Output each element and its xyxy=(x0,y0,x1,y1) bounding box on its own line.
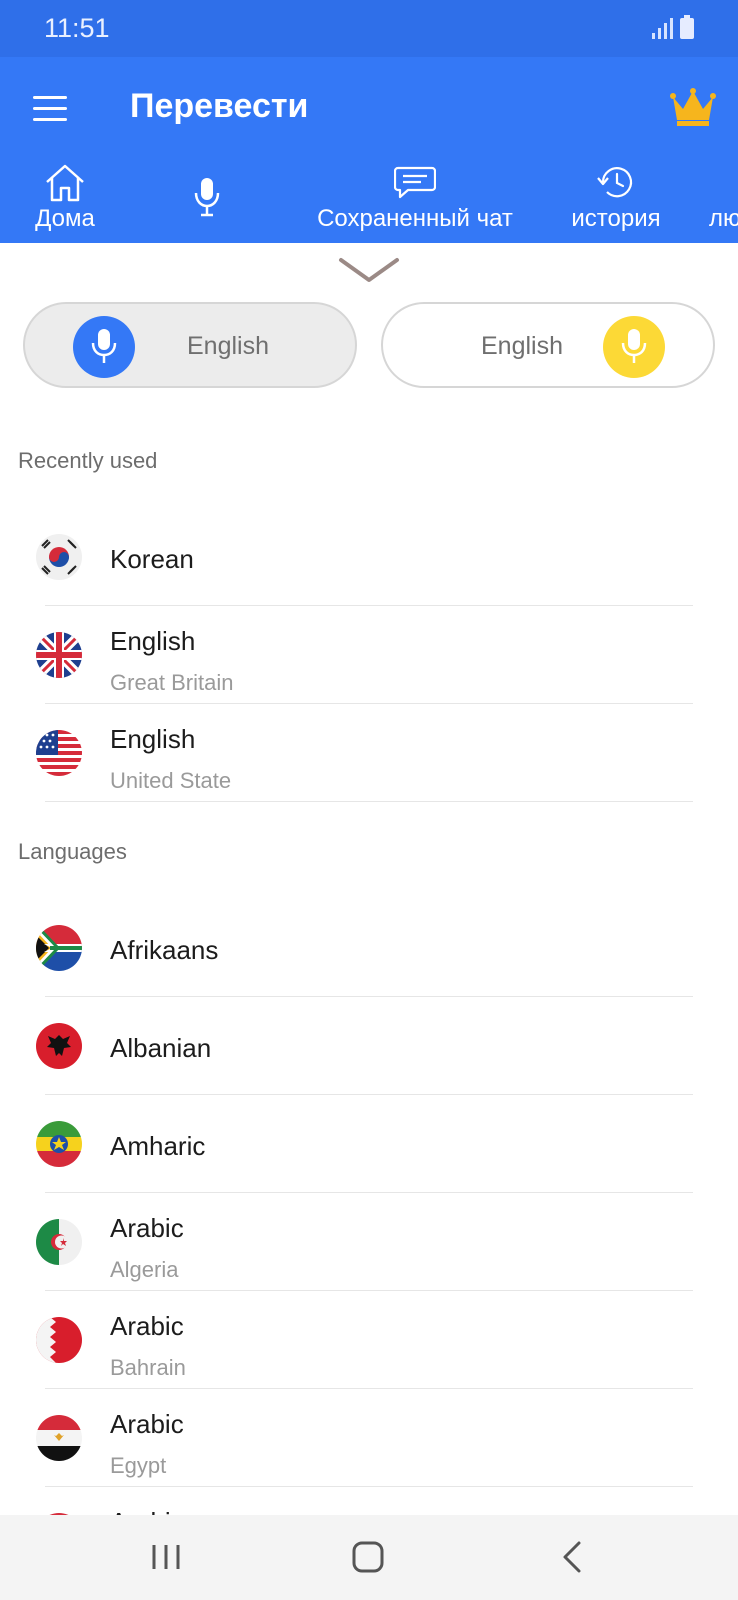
crown-icon[interactable] xyxy=(670,87,716,127)
tab-history[interactable]: история xyxy=(562,157,670,243)
divider xyxy=(45,801,693,802)
list-item[interactable]: English Great Britain xyxy=(0,606,738,704)
tab-saved-chat[interactable]: Сохраненный чат xyxy=(306,157,524,243)
algeria-flag-icon xyxy=(36,1219,82,1265)
tab-home-label: Дома xyxy=(35,205,95,232)
recent-apps-icon[interactable] xyxy=(146,1537,190,1577)
battery-icon xyxy=(680,15,694,39)
chevron-down-icon[interactable] xyxy=(338,256,400,286)
home-icon xyxy=(46,164,84,202)
source-mic-button[interactable] xyxy=(73,316,135,378)
language-region: Algeria xyxy=(110,1257,179,1282)
list-item[interactable]: Arabic Egypt xyxy=(0,1389,738,1487)
list-item[interactable]: Arabic Bahrain xyxy=(0,1291,738,1389)
list-item[interactable]: Albanian xyxy=(0,997,738,1095)
list-item[interactable]: Korean xyxy=(0,508,738,606)
tab-history-label: история xyxy=(571,205,661,232)
egypt-flag-icon xyxy=(36,1415,82,1461)
ethiopia-flag-icon xyxy=(36,1121,82,1167)
list-item[interactable]: Amharic xyxy=(0,1095,738,1193)
source-language-button[interactable]: English xyxy=(23,302,357,388)
language-name: Afrikaans xyxy=(110,935,219,965)
language-name: Korean xyxy=(110,544,194,574)
language-name: Arabic xyxy=(110,1213,184,1243)
recently-used-title: Recently used xyxy=(18,448,158,473)
mic-icon xyxy=(621,329,647,363)
uk-flag-icon xyxy=(36,632,82,678)
language-region: Egypt xyxy=(110,1453,167,1478)
source-language-label: English xyxy=(187,332,269,360)
status-bar: 11:51 xyxy=(0,0,738,57)
languages-title: Languages xyxy=(18,839,127,864)
tab-more[interactable]: лю xyxy=(703,157,738,243)
tab-saved-chat-label: Сохраненный чат xyxy=(317,205,513,232)
signal-icon xyxy=(652,18,673,39)
target-mic-button[interactable] xyxy=(603,316,665,378)
app-bar: Перевести Дома Сохраненный чат история л… xyxy=(0,57,738,343)
list-item[interactable]: Arabic Algeria xyxy=(0,1193,738,1291)
language-region: Great Britain xyxy=(110,670,234,695)
mic-icon xyxy=(194,178,220,217)
us-flag-icon xyxy=(36,730,82,776)
tab-bar: Дома Сохраненный чат история лю xyxy=(0,157,738,343)
language-name: Albanian xyxy=(110,1033,212,1063)
korea-flag-icon xyxy=(36,534,82,580)
home-nav-icon[interactable] xyxy=(346,1537,390,1577)
language-name: Arabic xyxy=(110,1409,184,1439)
history-icon xyxy=(597,167,633,198)
albania-flag-icon xyxy=(36,1023,82,1069)
tab-voice[interactable] xyxy=(129,157,285,243)
tab-home[interactable]: Дома xyxy=(20,157,110,243)
language-name: Amharic xyxy=(110,1131,206,1161)
status-time: 11:51 xyxy=(44,13,110,43)
list-item[interactable]: Afrikaans xyxy=(0,899,738,997)
language-region: Bahrain xyxy=(110,1355,186,1380)
language-region: United State xyxy=(110,768,232,793)
bahrain-flag-icon xyxy=(36,1317,82,1363)
language-name: Arabic xyxy=(110,1311,184,1341)
chat-icon xyxy=(394,166,436,199)
target-language-label: English xyxy=(481,332,563,360)
system-nav-bar xyxy=(0,1515,738,1600)
south-africa-flag-icon xyxy=(36,925,82,971)
page-title: Перевести xyxy=(130,87,309,125)
tab-more-label: лю xyxy=(709,205,738,232)
back-icon[interactable] xyxy=(552,1537,596,1577)
language-name: English xyxy=(110,626,196,656)
list-item[interactable]: English United State xyxy=(0,704,738,802)
menu-button[interactable] xyxy=(33,94,69,124)
language-name: English xyxy=(110,724,196,754)
mic-icon xyxy=(91,329,117,363)
target-language-button[interactable]: English xyxy=(381,302,715,388)
